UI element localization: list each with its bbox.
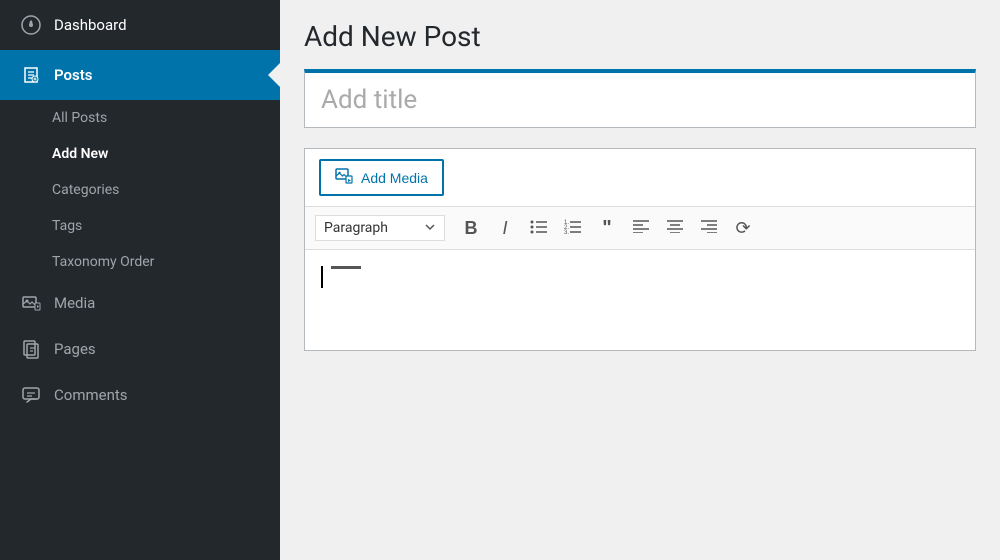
sidebar-item-posts[interactable]: Posts xyxy=(0,50,280,100)
chevron-down-icon xyxy=(424,220,436,236)
blockquote-icon: " xyxy=(602,217,611,240)
italic-icon: I xyxy=(502,218,507,239)
add-media-bar: Add Media xyxy=(305,149,975,207)
editor-toolbar: Paragraph B I xyxy=(305,207,975,250)
pages-icon xyxy=(20,338,42,360)
sidebar-item-comments-label: Comments xyxy=(54,386,128,404)
sidebar-item-media-label: Media xyxy=(54,294,95,312)
page-title: Add New Post xyxy=(304,20,976,53)
sidebar-item-all-posts[interactable]: All Posts xyxy=(0,100,280,136)
editor-body[interactable] xyxy=(305,250,975,350)
editor-underline-decoration xyxy=(331,266,361,269)
align-left-icon xyxy=(632,219,650,238)
sidebar: Dashboard Posts All Posts Add New Catego… xyxy=(0,0,280,560)
title-input-wrapper xyxy=(304,69,976,128)
sidebar-item-media[interactable]: Media xyxy=(0,280,280,326)
comments-icon xyxy=(20,384,42,406)
ordered-list-button[interactable]: 1. 2. 3. xyxy=(557,213,589,243)
align-center-icon xyxy=(666,219,684,238)
title-input[interactable] xyxy=(305,73,975,127)
add-media-icon xyxy=(335,167,353,188)
sidebar-item-pages[interactable]: Pages xyxy=(0,326,280,372)
sidebar-item-dashboard-label: Dashboard xyxy=(54,16,127,34)
sidebar-item-taxonomy-order[interactable]: Taxonomy Order xyxy=(0,244,280,280)
unordered-list-icon xyxy=(530,218,548,239)
main-content: Add New Post Add Media xyxy=(280,0,1000,560)
sidebar-item-tags[interactable]: Tags xyxy=(0,208,280,244)
add-media-button[interactable]: Add Media xyxy=(319,159,444,196)
ordered-list-icon: 1. 2. 3. xyxy=(564,218,582,239)
add-media-label: Add Media xyxy=(361,170,428,186)
align-right-icon xyxy=(700,219,718,238)
svg-text:3.: 3. xyxy=(564,230,569,234)
sidebar-item-dashboard[interactable]: Dashboard xyxy=(0,0,280,50)
sidebar-item-add-new[interactable]: Add New xyxy=(0,136,280,172)
sidebar-item-categories[interactable]: Categories xyxy=(0,172,280,208)
more-button[interactable]: ⟳ xyxy=(727,213,759,243)
align-right-button[interactable] xyxy=(693,213,725,243)
sidebar-item-comments[interactable]: Comments xyxy=(0,372,280,418)
align-center-button[interactable] xyxy=(659,213,691,243)
sidebar-posts-header-label: Posts xyxy=(54,66,92,84)
dashboard-icon xyxy=(20,14,42,36)
align-left-button[interactable] xyxy=(625,213,657,243)
more-icon: ⟳ xyxy=(735,218,750,239)
posts-icon xyxy=(20,64,42,86)
bold-button[interactable]: B xyxy=(455,213,487,243)
italic-button[interactable]: I xyxy=(489,213,521,243)
editor-cursor xyxy=(321,266,323,288)
format-select[interactable]: Paragraph xyxy=(315,215,445,241)
unordered-list-button[interactable] xyxy=(523,213,555,243)
media-icon xyxy=(20,292,42,314)
bold-icon: B xyxy=(465,218,478,239)
sidebar-item-pages-label: Pages xyxy=(54,340,96,358)
blockquote-button[interactable]: " xyxy=(591,213,623,243)
editor-area: Add Media Paragraph B I xyxy=(304,148,976,351)
format-label: Paragraph xyxy=(324,220,388,236)
